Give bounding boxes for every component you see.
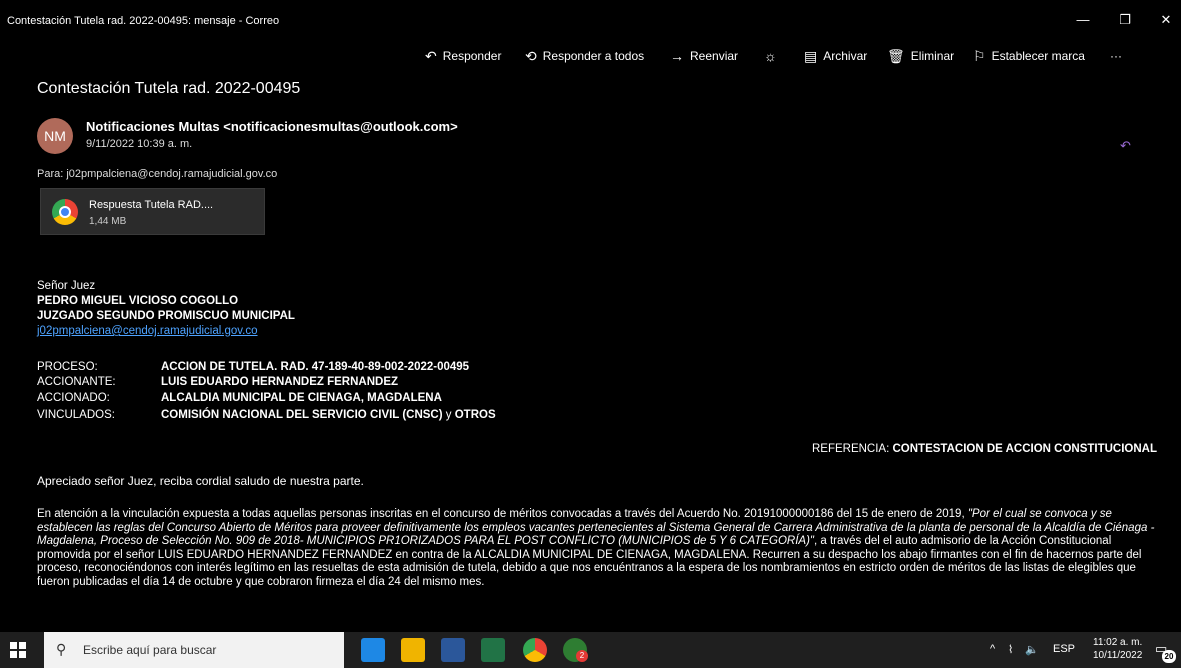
close-button[interactable]: ✕ xyxy=(1151,12,1181,30)
attachment-size: 1,44 MB xyxy=(89,216,127,227)
taskbar-search[interactable]: ⚲ Escribe aquí para buscar xyxy=(44,632,344,668)
more-button[interactable]: ··· xyxy=(1110,49,1122,63)
attachment-name: Respuesta Tutela RAD.... xyxy=(89,199,214,211)
archive-button[interactable]: ▤ Archivar xyxy=(804,49,867,63)
court-email-link[interactable]: j02pmpalciena@cendoj.ramajudicial.gov.co xyxy=(37,325,258,337)
tray-overflow-icon[interactable]: ^ xyxy=(990,643,995,655)
taskbar: ⚲ Escribe aquí para buscar 2 ^ ⌇ 🔈 ESP 1… xyxy=(0,632,1181,668)
forward-label: Reenviar xyxy=(690,49,739,63)
file-explorer-icon[interactable] xyxy=(401,638,425,662)
referencia-label: REFERENCIA: xyxy=(811,443,893,455)
archive-icon: ▤ xyxy=(804,48,818,64)
recipient-line: Para: j02pmpalciena@cendoj.ramajudicial.… xyxy=(37,168,278,180)
vinculados-y: y xyxy=(442,409,455,421)
title-bar: Contestación Tutela rad. 2022-00495: men… xyxy=(0,10,1181,32)
windows-start-button[interactable] xyxy=(10,642,26,658)
accionante-value: LUIS EDUARDO HERNANDEZ FERNANDEZ xyxy=(161,376,399,388)
delete-button[interactable]: 🗑 Eliminar xyxy=(887,49,954,63)
chat-app-icon[interactable]: 2 xyxy=(563,638,588,662)
attachment-card[interactable]: Respuesta Tutela RAD.... 1,44 MB xyxy=(40,188,265,235)
court-name: JUZGADO SEGUNDO PROMISCUO MUNICIPAL xyxy=(37,310,295,322)
language-indicator[interactable]: ESP xyxy=(1053,643,1075,655)
search-placeholder: Escribe aquí para buscar xyxy=(83,643,217,657)
judge-name: PEDRO MIGUEL VICIOSO COGOLLO xyxy=(37,295,239,307)
archive-label: Archivar xyxy=(823,49,868,63)
reply-all-icon: ⟲ xyxy=(525,48,537,64)
accionante-label: ACCIONANTE: xyxy=(37,376,116,388)
more-icon: ··· xyxy=(1110,49,1122,63)
message-toolbar: ↶ Responder ⟲ Responder a todos → Reenvi… xyxy=(0,42,1181,72)
referencia: REFERENCIA: CONTESTACION DE ACCION CONST… xyxy=(812,443,1157,455)
restore-button[interactable]: ❐ xyxy=(1110,12,1140,30)
sender-name[interactable]: Notificaciones Multas <notificacionesmul… xyxy=(86,119,458,134)
flag-label: Establecer marca xyxy=(991,49,1085,63)
chrome-icon xyxy=(52,199,78,225)
accionado-label: ACCIONADO: xyxy=(37,392,110,404)
reply-label: Responder xyxy=(442,49,502,63)
excel-icon[interactable] xyxy=(481,638,505,662)
clock-date: 10/11/2022 xyxy=(1093,650,1143,661)
forward-button[interactable]: → Reenviar xyxy=(670,49,738,63)
referencia-value: CONTESTACION DE ACCION CONSTITUCIONAL xyxy=(892,443,1158,455)
body-paragraph: En atención a la vinculación expuesta a … xyxy=(37,508,1162,590)
vinculados-value: COMISIÓN NACIONAL DEL SERVICIO CIVIL (CN… xyxy=(161,409,496,421)
chrome-taskbar-icon[interactable] xyxy=(523,638,547,662)
delete-label: Eliminar xyxy=(910,49,955,63)
vinculados-otros: OTROS xyxy=(454,409,496,421)
greeting: Apreciado señor Juez, reciba cordial sal… xyxy=(37,474,364,488)
sun-icon: ☼ xyxy=(764,48,777,64)
forward-icon: → xyxy=(670,48,684,64)
flag-button[interactable]: ⚐ Establecer marca xyxy=(973,49,1085,63)
replied-icon: ↶ xyxy=(1120,138,1131,153)
sent-date: 9/11/2022 10:39 a. m. xyxy=(86,138,193,150)
proceso-label: PROCESO: xyxy=(37,361,98,373)
proceso-value: ACCION DE TUTELA. RAD. 47-189-40-89-002-… xyxy=(161,361,470,373)
network-icon[interactable]: ⌇ xyxy=(1008,643,1013,656)
search-icon: ⚲ xyxy=(56,641,67,657)
sun-theme-button[interactable]: ☼ xyxy=(764,49,777,63)
window-title: Contestación Tutela rad. 2022-00495: men… xyxy=(7,15,280,27)
salutation: Señor Juez xyxy=(37,280,96,292)
accionado-value: ALCALDIA MUNICIPAL DE CIENAGA, MAGDALENA xyxy=(161,392,442,404)
avatar: NM xyxy=(37,118,73,154)
clock-time: 11:02 a. m. xyxy=(1093,637,1143,648)
vinculados-cnsc: COMISIÓN NACIONAL DEL SERVICIO CIVIL (CN… xyxy=(161,409,443,421)
message-subject: Contestación Tutela rad. 2022-00495 xyxy=(37,80,301,97)
vinculados-label: VINCULADOS: xyxy=(37,409,115,421)
paragraph-part-1: En atención a la vinculación expuesta a … xyxy=(37,508,968,520)
minimize-button[interactable]: — xyxy=(1068,12,1098,30)
chat-badge: 2 xyxy=(576,650,588,662)
reply-icon: ↶ xyxy=(425,48,437,64)
word-icon[interactable] xyxy=(441,638,465,662)
notification-count: 20 xyxy=(1162,650,1176,663)
flag-icon: ⚐ xyxy=(973,48,986,64)
mail-app-icon[interactable] xyxy=(361,638,385,662)
volume-icon[interactable]: 🔈 xyxy=(1025,643,1039,656)
trash-icon: 🗑 xyxy=(887,48,905,64)
system-clock[interactable]: 11:02 a. m. 10/11/2022 xyxy=(1093,636,1142,662)
reply-all-button[interactable]: ⟲ Responder a todos xyxy=(525,49,644,63)
reply-all-label: Responder a todos xyxy=(542,49,645,63)
reply-button[interactable]: ↶ Responder xyxy=(425,49,501,63)
